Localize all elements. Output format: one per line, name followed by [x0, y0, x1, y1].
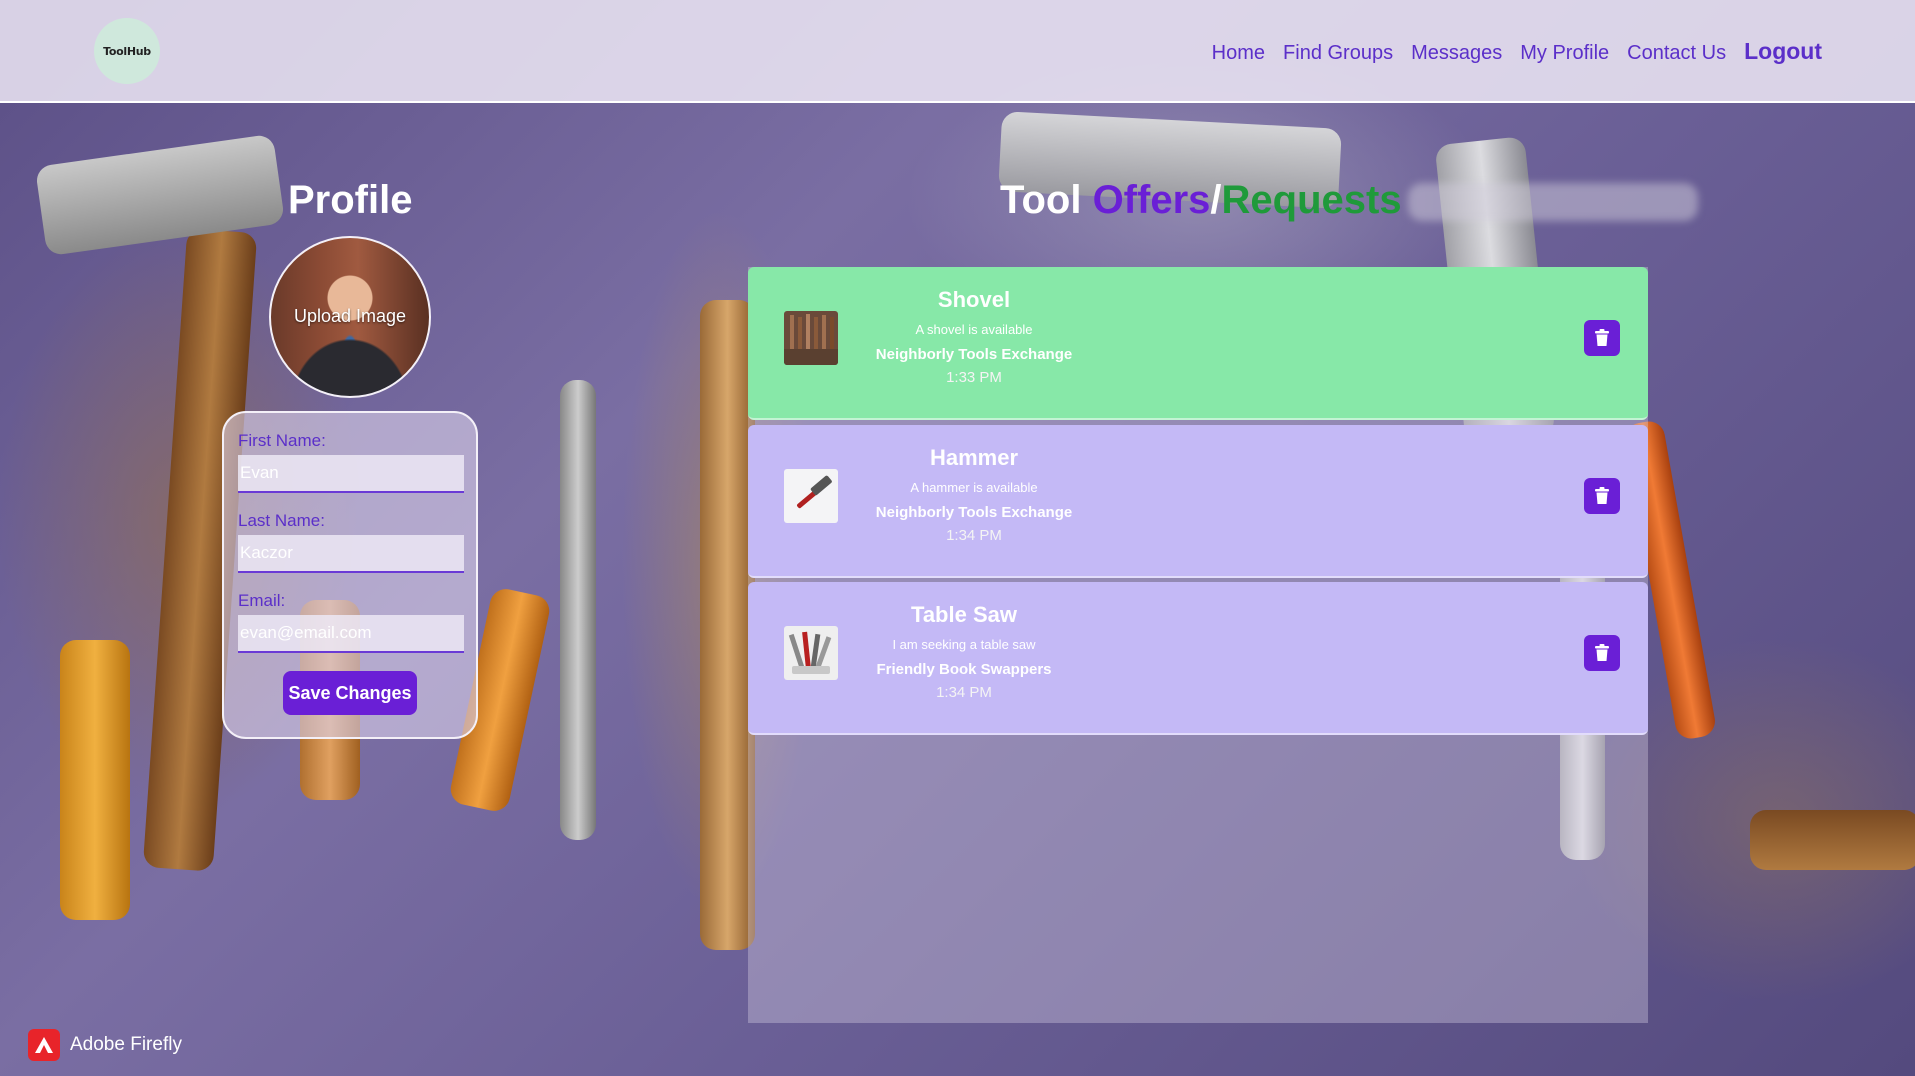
listing-description: I am seeking a table saw: [892, 637, 1036, 652]
delete-listing-button[interactable]: [1584, 635, 1620, 671]
blurred-region: [1407, 183, 1698, 222]
listing-group: Friendly Book Swappers: [876, 661, 1052, 678]
adobe-firefly-badge: Adobe Firefly: [28, 1029, 182, 1061]
nav-my-profile[interactable]: My Profile: [1520, 42, 1609, 65]
nav-home[interactable]: Home: [1212, 42, 1265, 65]
listing-time: 1:34 PM: [946, 527, 1002, 544]
profile-avatar[interactable]: Upload Image: [269, 236, 431, 398]
listing-title: Table Saw: [911, 602, 1017, 627]
profile-form: First Name: Last Name: Email: Save Chang…: [222, 411, 478, 739]
trash-icon: [1595, 487, 1609, 504]
email-label: Email:: [238, 591, 286, 610]
top-navbar: ToolHub Home Find Groups Messages My Pro…: [0, 0, 1915, 103]
delete-listing-button[interactable]: [1584, 478, 1620, 514]
delete-listing-button[interactable]: [1584, 320, 1620, 356]
table-saw-thumbnail: [784, 626, 838, 680]
nav-find-groups[interactable]: Find Groups: [1283, 42, 1393, 65]
shovel-thumbnail: [784, 311, 838, 365]
nav-messages[interactable]: Messages: [1411, 42, 1502, 65]
listing-time: 1:34 PM: [936, 684, 992, 701]
listing-info: Hammer A hammer is available Neighborly …: [844, 445, 1104, 544]
adobe-icon: [28, 1029, 60, 1061]
first-name-label: First Name:: [238, 431, 326, 450]
main-nav: Home Find Groups Messages My Profile Con…: [1194, 38, 1822, 65]
heading-requests: Requests: [1221, 178, 1402, 222]
listings-panel: Shovel A shovel is available Neighborly …: [748, 267, 1648, 1023]
listing-description: A shovel is available: [915, 322, 1033, 337]
save-changes-button[interactable]: Save Changes: [283, 671, 417, 715]
listing-group: Neighborly Tools Exchange: [875, 504, 1073, 521]
listing-card[interactable]: Shovel A shovel is available Neighborly …: [748, 267, 1648, 420]
listing-group: Neighborly Tools Exchange: [875, 346, 1073, 363]
listing-card[interactable]: Table Saw I am seeking a table saw Frien…: [748, 582, 1648, 735]
listing-title: Shovel: [937, 287, 1011, 312]
listing-info: Shovel A shovel is available Neighborly …: [844, 287, 1104, 386]
last-name-label: Last Name:: [238, 511, 325, 530]
listing-card[interactable]: Hammer A hammer is available Neighborly …: [748, 425, 1648, 578]
offers-requests-heading: Tool Offers/Requests: [1000, 178, 1698, 223]
toolhub-logo[interactable]: ToolHub: [94, 18, 160, 84]
first-name-field[interactable]: [238, 455, 464, 493]
trash-icon: [1595, 329, 1609, 346]
upload-image-label[interactable]: Upload Image: [271, 306, 429, 327]
profile-heading: Profile: [288, 178, 413, 222]
listing-info: Table Saw I am seeking a table saw Frien…: [834, 602, 1094, 701]
listing-description: A hammer is available: [910, 480, 1038, 495]
last-name-field[interactable]: [238, 535, 464, 573]
trash-icon: [1595, 644, 1609, 661]
logout-link[interactable]: Logout: [1744, 38, 1822, 65]
email-field[interactable]: [238, 615, 464, 653]
heading-separator: /: [1210, 178, 1222, 222]
heading-offers: Offers: [1092, 178, 1211, 222]
listing-time: 1:33 PM: [946, 369, 1002, 386]
badge-label: Adobe Firefly: [70, 1034, 182, 1055]
hammer-thumbnail: [784, 469, 838, 523]
listing-title: Hammer: [929, 445, 1019, 470]
heading-prefix: Tool: [1000, 178, 1093, 222]
nav-contact-us[interactable]: Contact Us: [1627, 42, 1726, 65]
